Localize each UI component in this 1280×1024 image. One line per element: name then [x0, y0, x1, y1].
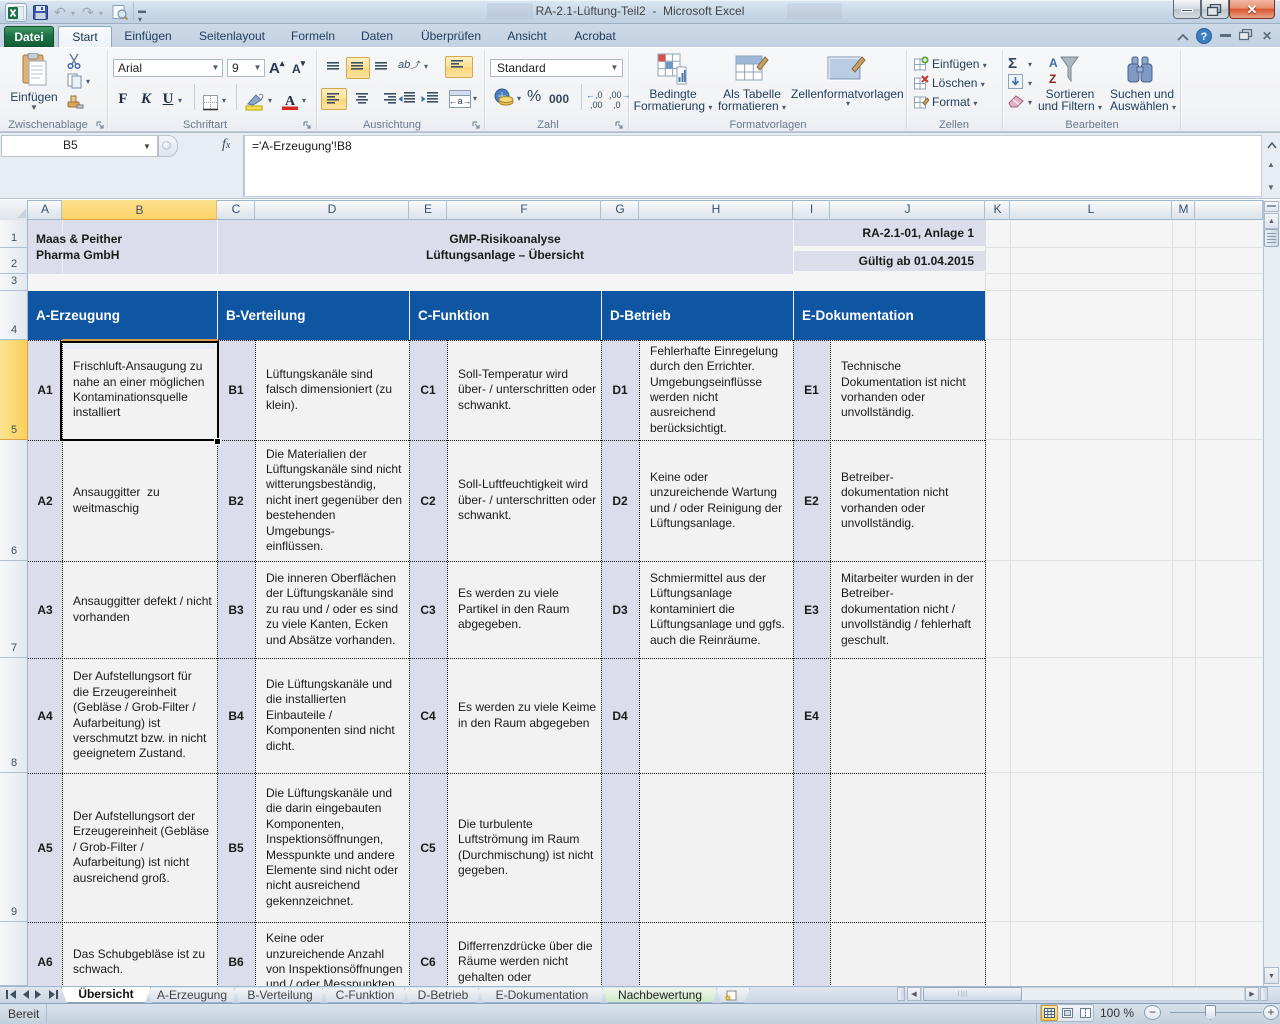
svg-text:?: ? — [1201, 31, 1208, 43]
svg-text:Z: Z — [1049, 72, 1056, 85]
svg-text:A: A — [1049, 56, 1058, 70]
svg-text:←a→: ←a→ — [449, 96, 471, 106]
